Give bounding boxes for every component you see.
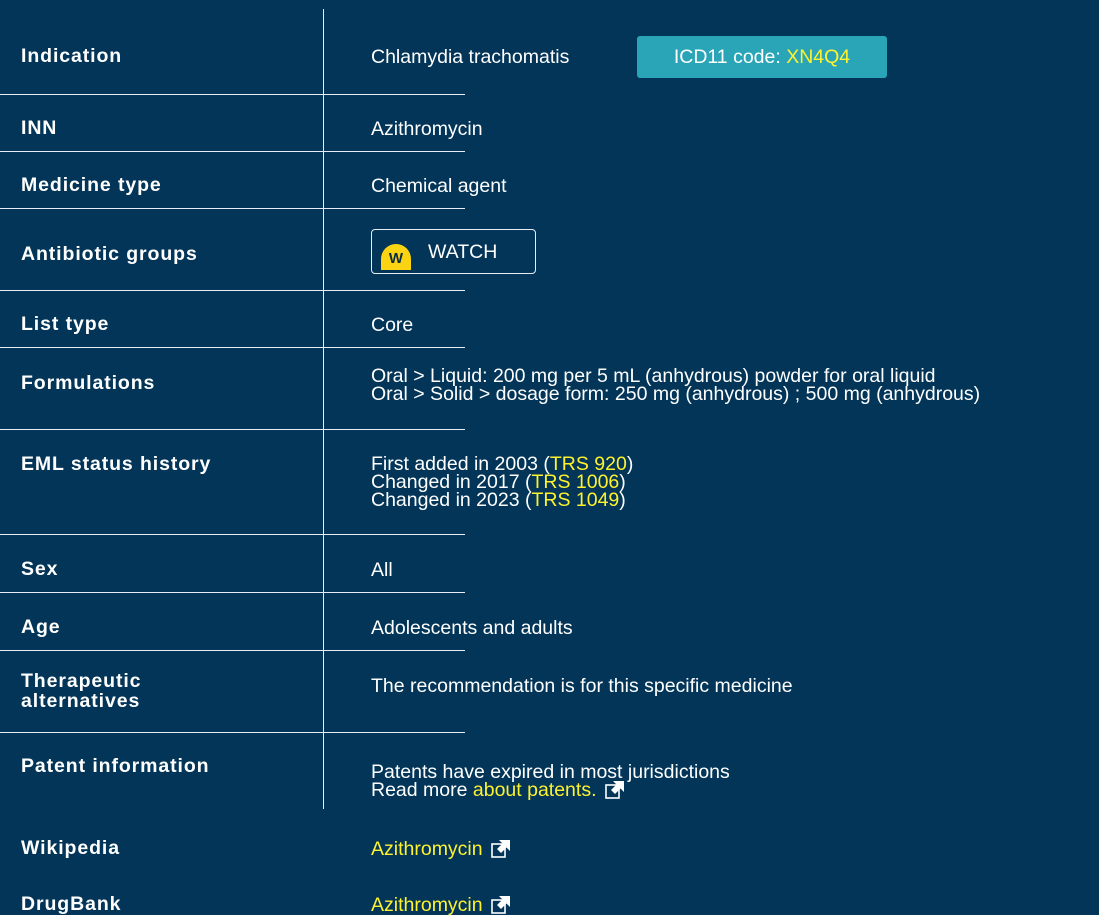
eml-history-entry: Changed in 2023 (TRS 1049) (371, 489, 626, 511)
trs-1049-link[interactable]: TRS 1049 (531, 489, 619, 511)
eml-status-history-label: EML status history (21, 453, 212, 475)
eml-history-text: ) (626, 453, 634, 475)
row-divider (0, 592, 465, 593)
eml-history-text: Changed in 2023 ( (371, 489, 532, 511)
indication-label: Indication (21, 45, 123, 67)
sex-label: Sex (21, 558, 59, 580)
therapeutic-alternatives-value: The recommendation is for this specific … (371, 675, 793, 697)
watch-badge-label: WATCH (428, 241, 498, 263)
drugbank-entry: Azithromycin (371, 894, 511, 915)
wikipedia-entry: Azithromycin (371, 838, 511, 860)
drugbank-link[interactable]: Azithromycin (371, 894, 483, 915)
external-link-icon[interactable] (490, 896, 511, 914)
medicine-details-panel: Indication Chlamydia trachomatis ICD11 c… (0, 0, 1099, 915)
row-divider (0, 208, 465, 209)
external-link-icon[interactable] (490, 840, 511, 858)
inn-value: Azithromycin (371, 118, 483, 140)
medicine-type-value: Chemical agent (371, 175, 507, 197)
list-type-label: List type (21, 313, 110, 335)
age-value: Adolescents and adults (371, 617, 573, 639)
wikipedia-link[interactable]: Azithromycin (371, 838, 483, 860)
icd11-code-prefix: ICD11 code: (673, 46, 787, 68)
medicine-type-label: Medicine type (21, 174, 162, 196)
about-patents-link[interactable]: about patents. (473, 779, 597, 801)
sex-value: All (371, 559, 393, 581)
patent-read-more: Read more about patents. (371, 779, 625, 801)
row-divider (0, 534, 465, 535)
formulation-line: Oral > Solid > dosage form: 250 mg (anhy… (371, 383, 981, 405)
eml-history-text: ) (619, 489, 626, 511)
formulations-label: Formulations (21, 372, 156, 394)
icd11-code-link[interactable]: XN4Q4 (786, 46, 850, 68)
inn-label: INN (21, 117, 58, 139)
therapeutic-alternatives-label: Therapeutic (21, 670, 142, 692)
column-divider (323, 9, 324, 809)
therapeutic-alternatives-label: alternatives (21, 690, 141, 712)
patent-information-label: Patent information (21, 755, 210, 777)
row-divider (0, 347, 465, 348)
row-divider (0, 732, 465, 733)
age-label: Age (21, 616, 61, 638)
external-link-icon[interactable] (604, 781, 625, 799)
list-type-value: Core (371, 314, 414, 336)
patent-read-more-text: Read more (371, 779, 473, 801)
icd11-code-badge[interactable]: ICD11 code: XN4Q4 (637, 36, 887, 78)
row-divider (0, 290, 465, 291)
row-divider (0, 151, 465, 152)
antibiotic-groups-label: Antibiotic groups (21, 243, 198, 265)
row-divider (0, 94, 465, 95)
row-divider (0, 650, 465, 651)
wikipedia-label: Wikipedia (21, 837, 120, 859)
drugbank-label: DrugBank (21, 893, 122, 915)
watch-group-badge[interactable]: W WATCH (371, 229, 536, 274)
indication-value: Chlamydia trachomatis (371, 46, 570, 68)
row-divider (0, 429, 465, 430)
watch-icon: W (381, 244, 411, 270)
